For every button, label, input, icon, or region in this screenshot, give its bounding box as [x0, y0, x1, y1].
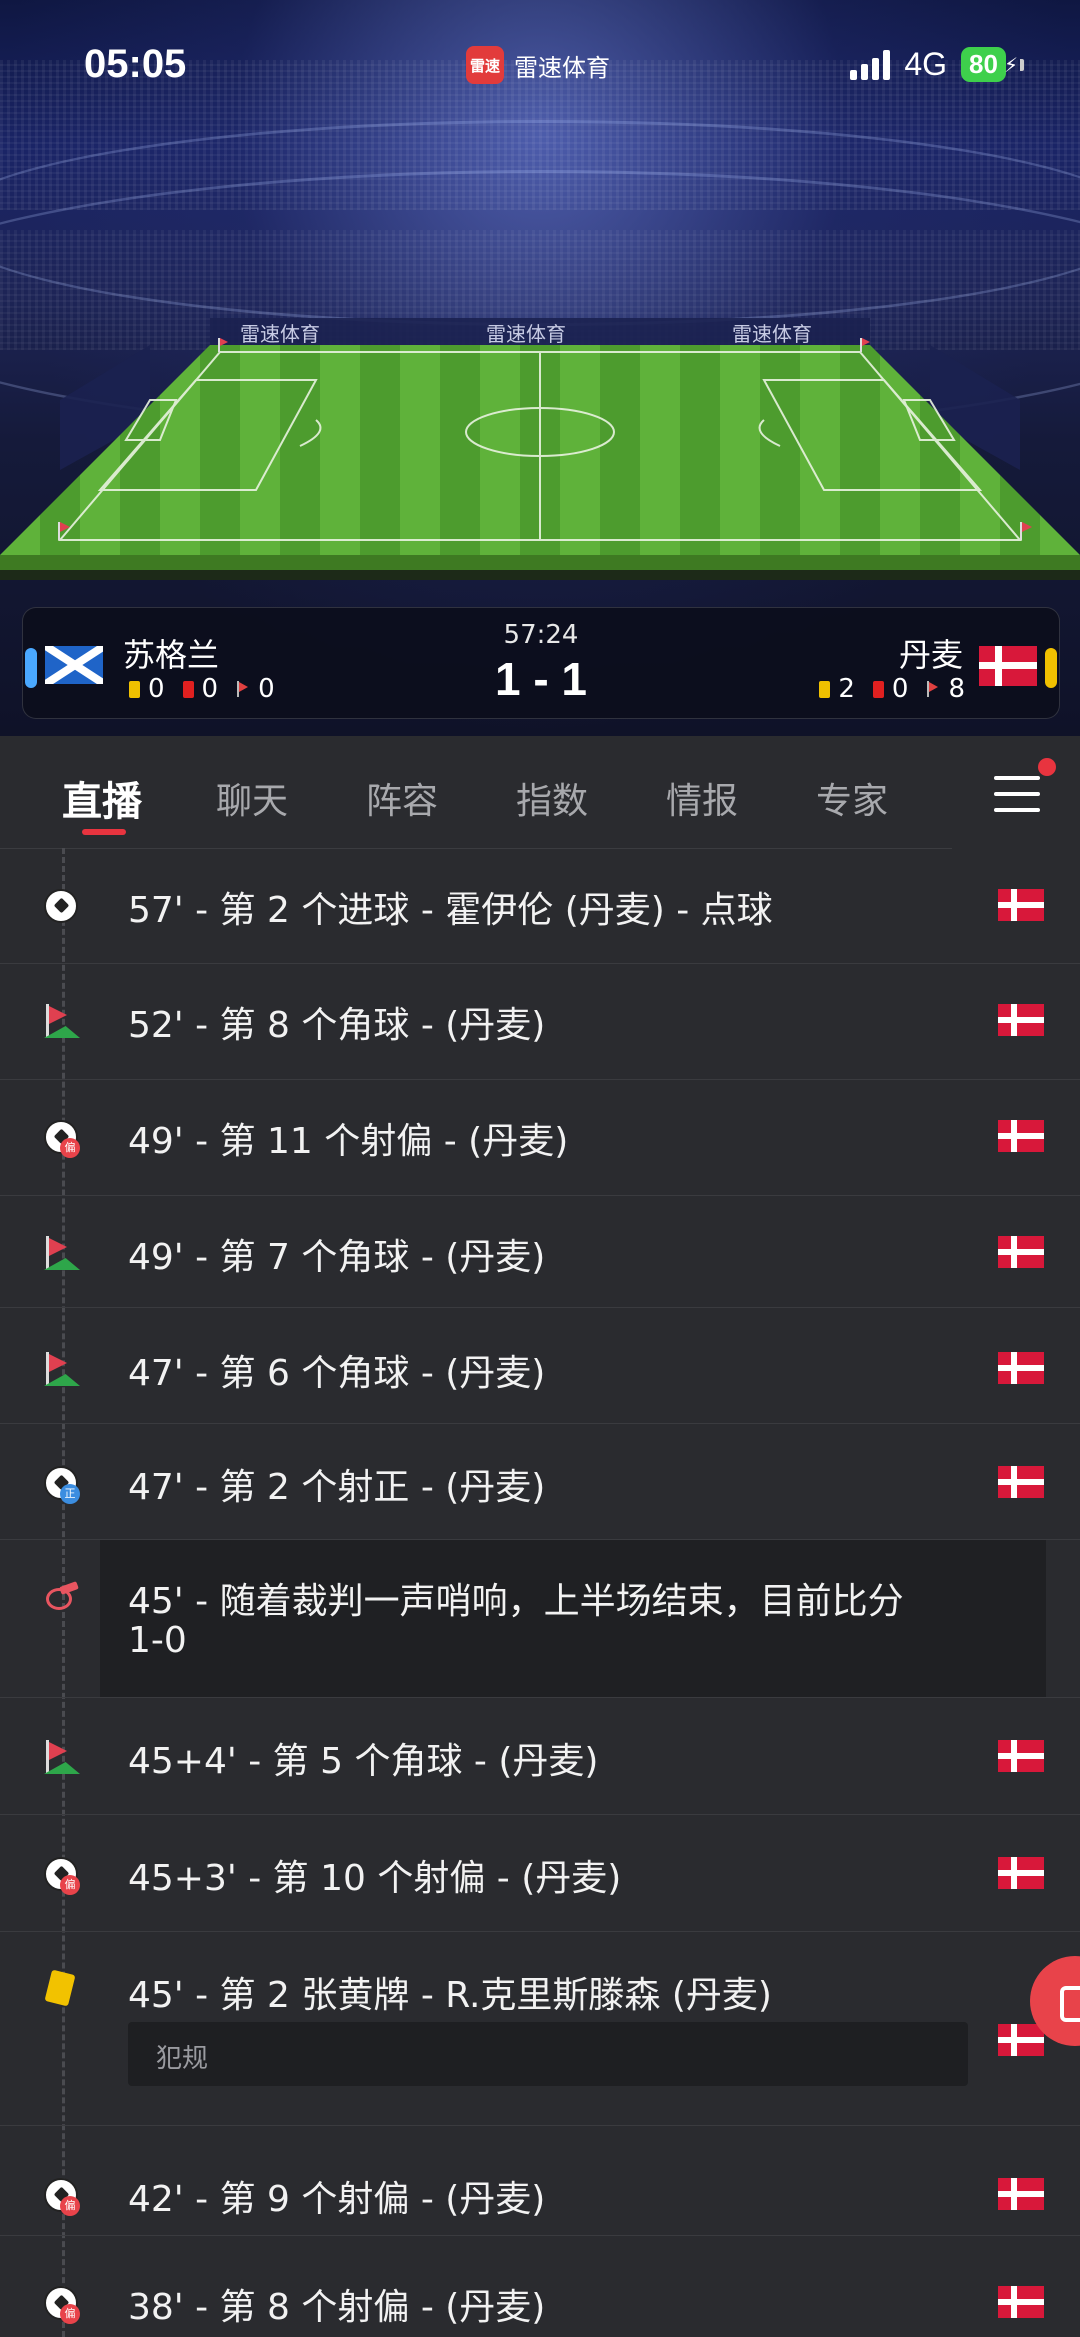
tab-odds[interactable]: 指数 — [516, 772, 588, 824]
notification-dot — [1038, 758, 1056, 776]
denmark-flag-icon — [998, 1466, 1044, 1498]
pitch-ad-3: 雷速体育 — [732, 322, 812, 346]
event-text: 45' - 第 2 张黄牌 - R.克里斯滕森 (丹麦) — [128, 1975, 772, 2016]
off-target-badge: 偏 — [60, 2304, 80, 2324]
yellow-card-icon — [819, 680, 831, 698]
event-text: 45+3' - 第 10 个射偏 - (丹麦) — [128, 1858, 622, 1899]
event-text: 52' - 第 8 个角球 - (丹麦) — [128, 1005, 546, 1046]
tab-intel[interactable]: 情报 — [666, 772, 738, 824]
event-row[interactable]: 52' - 第 8 个角球 - (丹麦) — [0, 964, 1080, 1079]
tab-experts[interactable]: 专家 — [816, 772, 888, 824]
whistle-icon — [44, 1580, 80, 1614]
scoreboard: 苏格兰 0 0 0 57:24 1 - 1 丹麦 2 0 8 — [22, 607, 1060, 719]
tab-bar: 直播 聊天 阵容 指数 情报 专家 — [0, 736, 1080, 856]
network-type: 4G — [904, 46, 948, 82]
event-text: 45+4' - 第 5 个角球 - (丹麦) — [128, 1741, 599, 1782]
away-team-stats: 2 0 8 — [819, 674, 965, 704]
event-row[interactable]: 47' - 第 6 个角球 - (丹麦) — [0, 1308, 1080, 1423]
denmark-flag-icon — [998, 1352, 1044, 1384]
denmark-flag-icon — [998, 1236, 1044, 1268]
corner-icon — [926, 681, 940, 697]
event-text: 38' - 第 8 个射偏 - (丹麦) — [128, 2287, 546, 2328]
off-target-badge: 偏 — [60, 1138, 80, 1158]
tab-lineup[interactable]: 阵容 — [366, 772, 438, 824]
event-row[interactable]: 49' - 第 7 个角球 - (丹麦) — [0, 1196, 1080, 1311]
pitch-ad-2: 雷速体育 — [486, 322, 566, 346]
app-name: 雷速体育 — [514, 53, 610, 82]
event-text: 42' - 第 9 个射偏 - (丹麦) — [128, 2179, 546, 2220]
pitch-ad-1: 雷速体育 — [240, 322, 320, 346]
status-app: 雷速 雷速体育 — [466, 46, 610, 84]
corner-flag-icon — [44, 1004, 80, 1038]
red-card-icon — [872, 680, 884, 698]
event-text: 49' - 第 11 个射偏 - (丹麦) — [128, 1121, 569, 1162]
event-row[interactable]: 偏 38' - 第 8 个射偏 - (丹麦) — [0, 2236, 1080, 2337]
status-indicators: 4G 80 ⚡ — [850, 46, 1024, 83]
signal-icon — [850, 49, 891, 80]
away-team-name[interactable]: 丹麦 — [899, 630, 963, 676]
event-row-halftime[interactable]: 45' - 随着裁判一声哨响，上半场结束，目前比分 1-0 — [0, 1540, 1080, 1697]
event-row[interactable]: 45+4' - 第 5 个角球 - (丹麦) — [0, 1698, 1080, 1814]
event-detail: 犯规 — [156, 2044, 209, 2074]
event-text: 47' - 第 2 个射正 - (丹麦) — [128, 1467, 546, 1508]
yellow-card-icon — [44, 1969, 76, 2007]
corner-flag-icon — [44, 1352, 80, 1386]
tab-live[interactable]: 直播 — [62, 769, 142, 827]
away-red-count: 0 — [891, 674, 909, 704]
denmark-flag-icon — [998, 889, 1044, 921]
denmark-flag-icon — [998, 1004, 1044, 1036]
battery-icon: 80 ⚡ — [961, 47, 1024, 82]
event-row[interactable]: 正 47' - 第 2 个射正 - (丹麦) — [0, 1424, 1080, 1539]
event-text-line1: 45' - 随着裁判一声哨响，上半场结束，目前比分 — [128, 1581, 904, 1622]
battery-level: 80 — [961, 47, 1006, 82]
event-text: 49' - 第 7 个角球 - (丹麦) — [128, 1237, 546, 1278]
app-logo-icon: 雷速 — [466, 46, 504, 84]
menu-icon[interactable] — [994, 776, 1040, 824]
denmark-flag-icon — [998, 2024, 1044, 2056]
off-target-badge: 偏 — [60, 1875, 80, 1895]
ball-icon — [44, 889, 78, 923]
denmark-flag-icon — [979, 646, 1037, 686]
denmark-flag-icon — [998, 2178, 1044, 2210]
event-text: 47' - 第 6 个角球 - (丹麦) — [128, 1353, 546, 1394]
event-row[interactable]: 57' - 第 2 个进球 - 霍伊伦 (丹麦) - 点球 — [0, 849, 1080, 963]
event-row[interactable]: 偏 45+3' - 第 10 个射偏 - (丹麦) — [0, 1815, 1080, 1931]
tab-chat[interactable]: 聊天 — [216, 772, 288, 824]
on-target-badge: 正 — [60, 1484, 80, 1504]
event-text: 57' - 第 2 个进球 - 霍伊伦 (丹麦) - 点球 — [128, 890, 773, 931]
event-detail-box: 犯规 — [128, 2022, 968, 2086]
event-row[interactable]: 偏 42' - 第 9 个射偏 - (丹麦) — [0, 2126, 1080, 2242]
away-corner-count: 8 — [948, 674, 965, 704]
corner-flag-icon — [44, 1740, 80, 1774]
event-text-line2: 1-0 — [128, 1620, 187, 1661]
denmark-flag-icon — [998, 1857, 1044, 1889]
away-yellow-count: 2 — [838, 674, 855, 704]
stadium-header: 雷速体育 雷速体育 雷速体育 05:05 雷速 雷速体育 4G 80 ⚡ 苏格兰… — [0, 0, 1080, 736]
off-target-badge: 偏 — [60, 2196, 80, 2216]
denmark-flag-icon — [998, 1120, 1044, 1152]
active-tab-indicator — [82, 829, 126, 835]
corner-flag-icon — [44, 1236, 80, 1270]
denmark-flag-icon — [998, 1740, 1044, 1772]
denmark-flag-icon — [998, 2286, 1044, 2318]
status-bar: 05:05 雷速 雷速体育 4G 80 ⚡ — [0, 0, 1080, 130]
event-row[interactable]: 偏 49' - 第 11 个射偏 - (丹麦) — [0, 1080, 1080, 1195]
status-time: 05:05 — [84, 42, 187, 86]
event-row-card[interactable]: 45' - 第 2 张黄牌 - R.克里斯滕森 (丹麦) 犯规 — [0, 1932, 1080, 2152]
away-side-indicator — [1045, 648, 1057, 688]
